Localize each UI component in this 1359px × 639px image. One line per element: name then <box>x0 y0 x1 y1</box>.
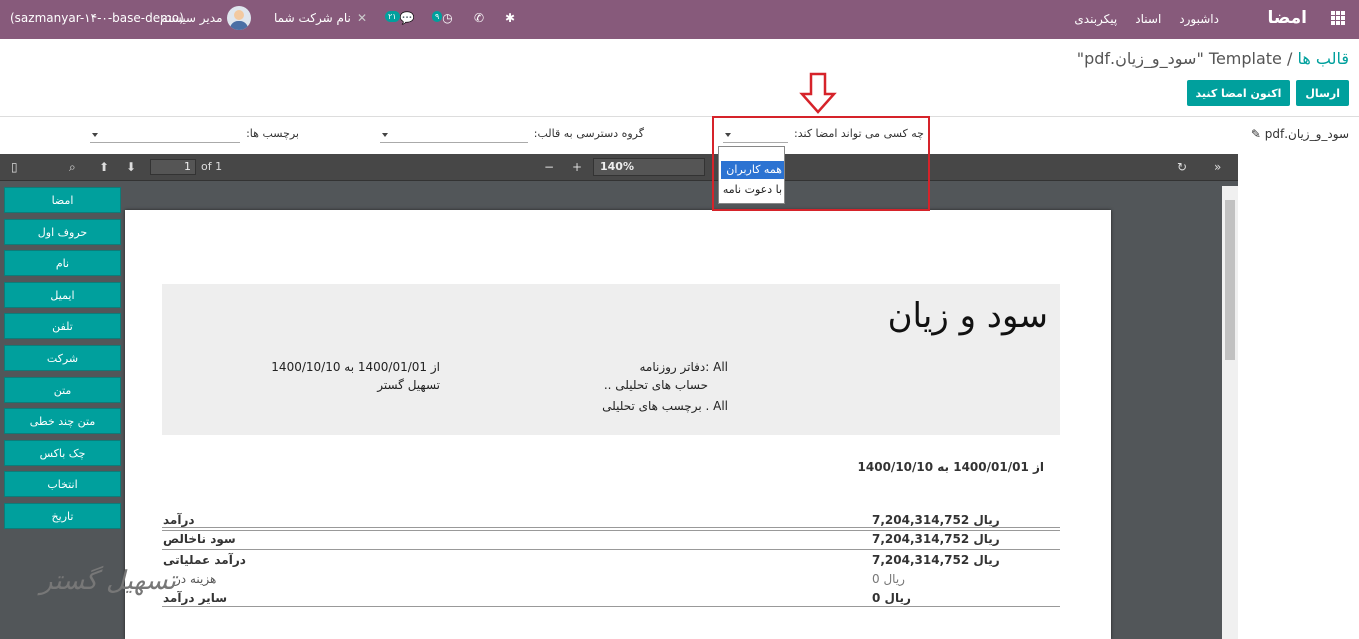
phone-icon[interactable]: ✆ <box>474 11 484 25</box>
field-name[interactable]: نام <box>4 250 121 277</box>
pdf-toolbar: ▯ ⌕ ⬆ ⬇ 1 of 1 − + 140% ↻ » <box>0 154 1238 181</box>
user-name[interactable]: مدیر سیستم <box>160 11 223 25</box>
tags-select[interactable] <box>90 127 241 143</box>
report-header: سود و زیان All :دفاتر روزنامه حساب های ت… <box>162 284 1060 435</box>
row-amount: ریال 0 <box>872 591 911 605</box>
page-count: of 1 <box>201 160 223 173</box>
template-options-bar: سود_و_زیان.pdf ✎ چه کسی می تواند امضا کن… <box>0 117 1359 154</box>
field-phone[interactable]: تلفن <box>4 313 121 340</box>
row-amount: ریال 0 <box>872 572 905 586</box>
close-icon[interactable]: ✕ <box>357 11 367 25</box>
next-page-icon[interactable]: ⬇ <box>126 160 136 174</box>
divider <box>162 606 1060 607</box>
report-period-heading: از 1400/01/01 به 1400/10/10 <box>857 460 1044 474</box>
activity-icon[interactable]: ۹ ◷ <box>432 11 453 25</box>
divider <box>162 549 1060 550</box>
sidebar-toggle-icon[interactable]: ▯ <box>11 160 18 174</box>
company-switcher[interactable]: نام شرکت شما <box>274 11 351 25</box>
top-navbar: امضا داشبورد اسناد پیکربندی (sazmanyar-۱… <box>0 0 1359 39</box>
systray: (sazmanyar-۱۴-۰-base-demo) مدیر سیستم نا… <box>0 0 520 39</box>
divider <box>162 530 1060 531</box>
report-period: از 1400/01/01 به 1400/10/10 <box>271 360 440 374</box>
option-all-users[interactable]: همه کاربران <box>721 161 784 179</box>
sign-now-button[interactable]: اکنون امضا کنید <box>1186 80 1291 106</box>
report-journals: All :دفاتر روزنامه <box>639 360 728 374</box>
down-arrow-icon <box>799 72 837 114</box>
row-amount: ریال 7,204,314,752 <box>872 532 1000 546</box>
apps-menu-icon[interactable] <box>1331 11 1345 25</box>
menu-configuration[interactable]: پیکربندی <box>1074 12 1117 26</box>
row-label: درآمد <box>163 513 195 527</box>
activity-badge: ۹ <box>432 11 443 22</box>
row-label: سود ناخالص <box>163 532 236 546</box>
app-brand[interactable]: امضا <box>1268 8 1308 28</box>
report-partner: تسهیل گستر <box>377 378 440 392</box>
access-group-field: گروه دسترسی به قالب: <box>379 127 644 143</box>
menu-documents[interactable]: اسناد <box>1135 12 1161 26</box>
access-group-select[interactable] <box>379 127 528 143</box>
tags-field: برچسب ها: <box>90 127 299 143</box>
expand-icon[interactable]: » <box>1214 160 1221 174</box>
menu-dashboard[interactable]: داشبورد <box>1179 12 1219 26</box>
scrollbar-thumb[interactable] <box>1225 200 1235 360</box>
watermark: تسهیل گستر <box>40 566 176 596</box>
field-selection[interactable]: انتخاب <box>4 471 121 498</box>
row-amount: ریال 7,204,314,752 <box>872 553 1000 567</box>
report-title: سود و زیان <box>887 296 1048 336</box>
database-name: (sazmanyar-۱۴-۰-base-demo) <box>10 11 184 25</box>
bug-icon[interactable]: ✱ <box>505 11 515 25</box>
breadcrumb-separator: / <box>1281 49 1293 68</box>
chat-badge: ۲۱ <box>385 11 400 22</box>
option-on-invitation[interactable]: با دعوت نامه <box>721 181 784 199</box>
field-checkbox[interactable]: چک باکس <box>4 439 121 466</box>
scrollbar[interactable] <box>1222 186 1238 639</box>
search-icon[interactable]: ⌕ <box>69 160 76 175</box>
zoom-select[interactable]: 140% <box>593 158 705 176</box>
main-menu: داشبورد اسناد پیکربندی <box>1074 12 1219 26</box>
zoom-in-icon[interactable]: + <box>572 160 582 174</box>
who-can-sign-dropdown: همه کاربران با دعوت نامه <box>718 146 785 204</box>
field-text[interactable]: متن <box>4 376 121 403</box>
field-multiline-text[interactable]: متن چند خطی <box>4 408 121 435</box>
field-email[interactable]: ایمیل <box>4 281 121 308</box>
pdf-name-label: سود_و_زیان.pdf <box>1264 127 1349 141</box>
report-analytic-accounts: حساب های تحلیلی .. <box>603 378 708 392</box>
pdf-name[interactable]: سود_و_زیان.pdf ✎ <box>1251 127 1349 141</box>
refresh-icon[interactable]: ↻ <box>1177 160 1187 174</box>
page-number-input[interactable]: 1 <box>150 159 196 175</box>
row-label: درآمد عملیاتی <box>163 553 246 567</box>
breadcrumb: قالب ها / Template "سود_و_زیان.pdf" <box>1077 49 1349 68</box>
report-analytic-tags: All . برچسب های تحلیلی <box>602 399 728 413</box>
field-types-panel: امضا حروف اول نام ایمیل تلفن شرکت متن مت… <box>4 187 121 535</box>
field-company[interactable]: شرکت <box>4 344 121 371</box>
previous-page-icon[interactable]: ⬆ <box>99 160 109 174</box>
field-initials[interactable]: حروف اول <box>4 218 121 245</box>
pdf-page[interactable]: سود و زیان All :دفاتر روزنامه حساب های ت… <box>125 210 1111 639</box>
right-margin <box>1238 154 1359 639</box>
breadcrumb-current: Template "سود_و_زیان.pdf" <box>1076 49 1282 68</box>
send-button[interactable]: ارسال <box>1296 80 1349 106</box>
zoom-out-icon[interactable]: − <box>544 160 554 174</box>
row-amount: ریال 7,204,314,752 <box>872 513 1000 527</box>
field-signature[interactable]: امضا <box>4 187 121 213</box>
access-group-label: گروه دسترسی به قالب: <box>533 127 644 140</box>
tags-label: برچسب ها: <box>246 127 299 140</box>
field-date[interactable]: تاریخ <box>4 502 121 529</box>
action-buttons: ارسال اکنون امضا کنید <box>1186 80 1349 106</box>
avatar[interactable] <box>227 6 251 30</box>
chat-icon[interactable]: ۲۱ 💬 <box>385 11 415 25</box>
row-label: هزینه در <box>175 572 217 586</box>
divider <box>162 527 1060 528</box>
breadcrumb-parent[interactable]: قالب ها <box>1297 49 1349 68</box>
